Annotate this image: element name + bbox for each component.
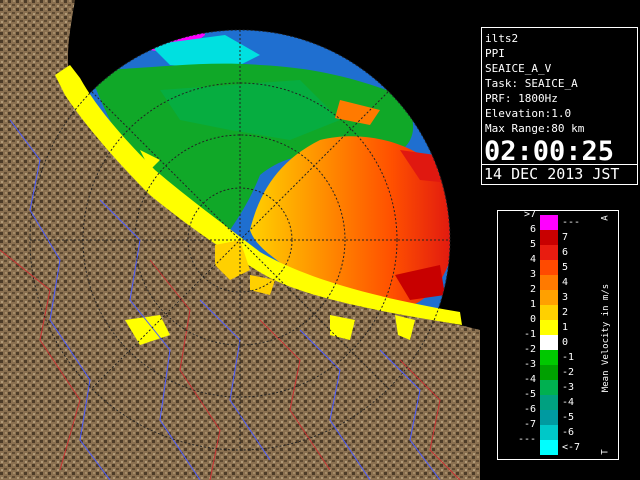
legend-lower-bound: 5 [529, 239, 536, 250]
scan-mode: PPI [485, 47, 505, 60]
legend-color-swatch [540, 395, 558, 410]
task-name: Task: SEAICE_A [485, 77, 578, 90]
legend-lower-bound: 1 [529, 299, 536, 310]
legend-upper-bound: -2 [562, 367, 575, 378]
radar-info-panel: ilts2 PPI SEAICE_A_V Task: SEAICE_A PRF:… [481, 27, 638, 185]
legend-lower-bound: 0 [529, 314, 536, 325]
legend-lower-bound: 6 [529, 224, 536, 235]
legend-lower-bound: -3 [523, 359, 536, 370]
legend-upper-bound: 7 [562, 232, 569, 243]
legend-color-swatch [540, 350, 558, 365]
legend-lower-bound: 3 [529, 269, 536, 280]
legend-lower-bound: -6 [523, 404, 536, 415]
legend-upper-bound: 5 [562, 262, 569, 273]
legend-lower-bound: -7 [523, 419, 536, 430]
scan-time: 02:00:25 [484, 136, 615, 167]
legend-color-swatch [540, 440, 558, 455]
max-range-value: Max Range:80 km [485, 122, 585, 135]
legend-upper-bound: 0 [562, 337, 569, 348]
legend-lower-bound: -2 [523, 344, 536, 355]
scan-date: 14 DEC 2013 JST [484, 165, 620, 183]
legend-color-swatch [540, 410, 558, 425]
legend-lower-bound: --- [517, 434, 536, 445]
legend-upper-bound: --- [562, 217, 581, 228]
legend-color-swatch [540, 380, 558, 395]
product-name: SEAICE_A_V [485, 62, 552, 75]
radar-display-window: ilts2 PPI SEAICE_A_V Task: SEAICE_A PRF:… [0, 0, 640, 480]
velocity-color-legend: >7 --- 6 7 5 6 4 5 3 4 2 3 1 2 0 1 -1 0 -2 -1 -3 -2 -4 -3 -5 -4 -6… [497, 210, 619, 460]
legend-bottom-marker: T [600, 449, 611, 455]
legend-color-swatch [540, 335, 558, 350]
site-name: ilts2 [485, 32, 519, 45]
legend-lower-bound: >7 [523, 209, 536, 220]
legend-upper-bound: 6 [562, 247, 569, 258]
legend-color-swatch [540, 425, 558, 440]
legend-upper-bound: 1 [562, 322, 569, 333]
elevation-value: Elevation:1.0 [485, 107, 572, 120]
legend-unit-text: Mean Velocity in m/s [601, 283, 611, 393]
legend-upper-bound: -3 [562, 382, 575, 393]
legend-color-swatch [540, 290, 558, 305]
legend-row: --- <-7 [498, 435, 598, 455]
legend-color-swatch [540, 245, 558, 260]
legend-upper-bound: 3 [562, 292, 569, 303]
prf-value: PRF: 1800Hz [485, 92, 558, 105]
legend-color-swatch [540, 215, 558, 230]
legend-unit-label: Mean Velocity in m/s [597, 226, 615, 451]
legend-color-swatch [540, 305, 558, 320]
legend-color-swatch [540, 365, 558, 380]
legend-lower-bound: 4 [529, 254, 536, 265]
radar-ppi-view[interactable] [0, 0, 480, 480]
legend-color-swatch [540, 230, 558, 245]
legend-color-swatch [540, 260, 558, 275]
legend-upper-bound: -4 [562, 397, 575, 408]
legend-upper-bound: -1 [562, 352, 575, 363]
legend-upper-bound: <-7 [562, 442, 581, 453]
legend-upper-bound: 2 [562, 307, 569, 318]
legend-top-marker: A [600, 215, 611, 221]
legend-color-swatch [540, 275, 558, 290]
legend-lower-bound: -4 [523, 374, 536, 385]
legend-lower-bound: -1 [523, 329, 536, 340]
legend-upper-bound: 4 [562, 277, 569, 288]
legend-upper-bound: -5 [562, 412, 575, 423]
legend-lower-bound: -5 [523, 389, 536, 400]
legend-upper-bound: -6 [562, 427, 575, 438]
legend-lower-bound: 2 [529, 284, 536, 295]
legend-color-swatch [540, 320, 558, 335]
